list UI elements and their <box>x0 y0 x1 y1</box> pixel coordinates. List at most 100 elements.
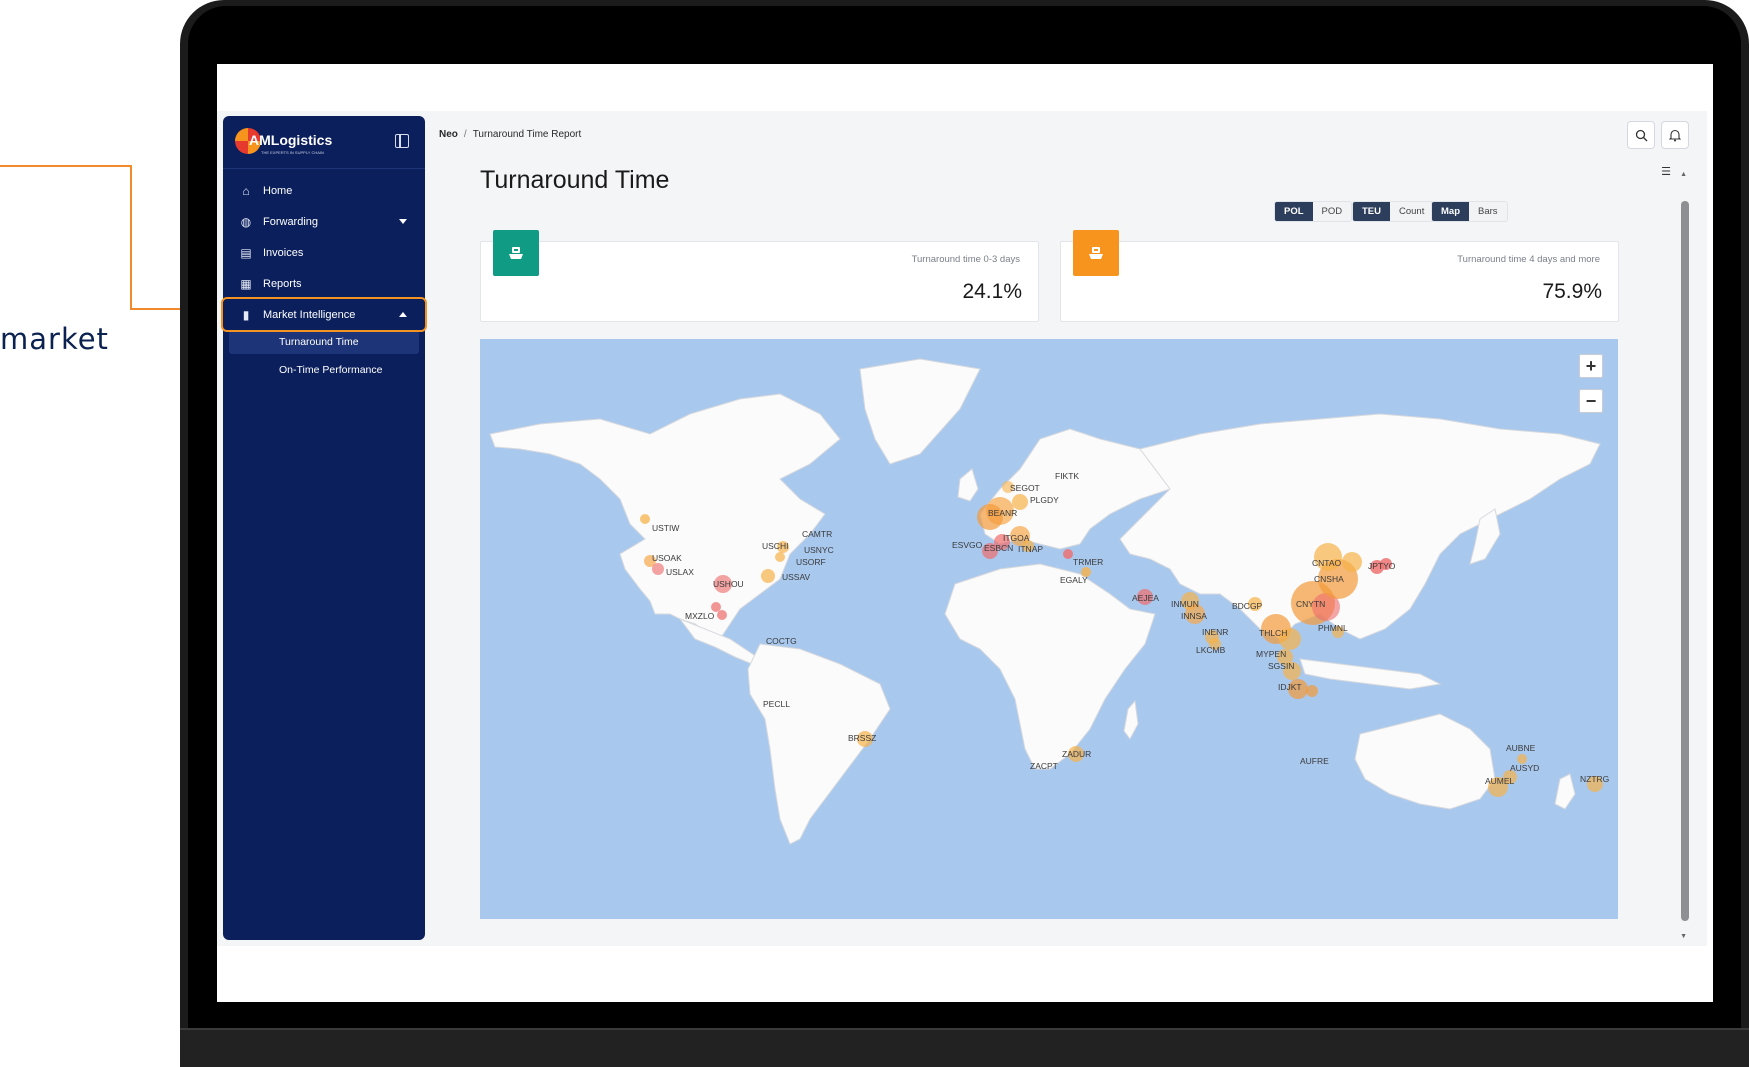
kpi-label: Turnaround time 4 days and more <box>1457 254 1600 265</box>
invoice-icon: ▤ <box>240 245 252 260</box>
port-label: USCHI <box>762 541 788 551</box>
breadcrumb: Neo / Turnaround Time Report <box>439 129 581 140</box>
port-label: ZACPT <box>1030 761 1058 771</box>
port-bubble-ustiw[interactable] <box>640 514 650 524</box>
port-label: INNSA <box>1181 611 1207 621</box>
port-label: FIKTK <box>1055 471 1079 481</box>
callout-text: market <box>0 322 109 356</box>
sidebar-item-home[interactable]: ⌂ Home <box>223 175 425 206</box>
port-label: EGALY <box>1060 575 1088 585</box>
landmass-africa <box>944 563 1156 770</box>
port-label: SGSIN <box>1268 661 1294 671</box>
scroll-up-arrow-icon[interactable]: ▲ <box>1680 171 1687 178</box>
sidebar-nav: ⌂ Home ◍ Forwarding ▤ Invoices ▦ Reports <box>221 169 427 385</box>
landmass-uk <box>957 468 979 502</box>
port-label: ESBCN <box>984 543 1013 553</box>
toggle-teu[interactable]: TEU <box>1353 202 1390 221</box>
landmass-indonesia <box>1299 658 1442 690</box>
port-label: ITNAP <box>1018 544 1043 554</box>
scrollbar[interactable] <box>1681 201 1689 921</box>
collapse-sidebar-icon[interactable] <box>395 134 409 148</box>
landmass-greenland <box>859 358 981 465</box>
filter-toggle-icon[interactable]: ☰ <box>1661 165 1671 178</box>
port-bubble-trmer[interactable] <box>1063 549 1073 559</box>
kpi-card-short-turnaround: Turnaround time 0-3 days 24.1% <box>480 230 1039 322</box>
port-label: ITGOA <box>1003 533 1030 543</box>
zoom-out-button[interactable]: − <box>1579 389 1603 413</box>
port-label: TRMER <box>1073 557 1103 567</box>
port-label: AUFRE <box>1300 756 1329 766</box>
scrollbar-thumb[interactable] <box>1681 201 1689 921</box>
toggle-pod[interactable]: POD <box>1312 202 1352 221</box>
toggle-bars[interactable]: Bars <box>1469 202 1507 221</box>
sidebar-item-market-intelligence[interactable]: ▮ Market Intelligence <box>221 297 427 332</box>
page-title: Turnaround Time <box>480 166 670 194</box>
notifications-button[interactable] <box>1661 121 1689 149</box>
laptop-base <box>180 1030 1749 1067</box>
port-label: BRSSZ <box>848 733 876 743</box>
port-label: MXZLO <box>685 611 715 621</box>
port-bubble-mxzlo-2[interactable] <box>717 610 727 620</box>
toggle-map[interactable]: Map <box>1432 202 1469 221</box>
port-label: CNYTN <box>1296 599 1325 609</box>
port-label: CNSHA <box>1314 574 1344 584</box>
port-label: ESVGO <box>952 540 983 550</box>
sidebar-item-reports[interactable]: ▦ Reports <box>223 268 425 299</box>
search-icon <box>1635 129 1647 141</box>
port-label: JPTYO <box>1368 561 1396 571</box>
home-icon: ⌂ <box>242 183 250 198</box>
bar-chart-icon: ▮ <box>242 307 250 322</box>
sidebar-subitem-turnaround-time[interactable]: Turnaround Time <box>229 330 419 354</box>
kpi-value: 24.1% <box>962 280 1022 303</box>
globe-icon: ◍ <box>240 214 252 229</box>
sidebar-item-forwarding[interactable]: ◍ Forwarding <box>223 206 425 237</box>
port-label: AUBNE <box>1506 743 1536 753</box>
zoom-in-button[interactable]: + <box>1579 354 1603 378</box>
port-label: LKCMB <box>1196 645 1226 655</box>
toggle-count[interactable]: Count <box>1390 202 1434 221</box>
sidebar-item-label: Home <box>263 184 293 197</box>
toggle-pol[interactable]: POL <box>1275 202 1313 221</box>
search-button[interactable] <box>1627 121 1655 149</box>
sidebar-item-label: Forwarding <box>263 215 319 228</box>
landmass-new-zealand <box>1554 773 1576 810</box>
port-label: ZADUR <box>1062 749 1091 759</box>
laptop-screen: AMLogistics THE EXPERTS IN SUPPLY CHAIN … <box>217 64 1713 1002</box>
unit-toggle: TEU Count <box>1352 201 1435 222</box>
port-label: PLGDY <box>1030 495 1059 505</box>
port-label: MYPEN <box>1256 649 1286 659</box>
sidebar-subitem-on-time-performance[interactable]: On-Time Performance <box>223 354 425 385</box>
kpi-card-long-turnaround: Turnaround time 4 days and more 75.9% <box>1060 230 1619 322</box>
view-toggle: Map Bars <box>1431 201 1508 222</box>
sidebar-header: AMLogistics THE EXPERTS IN SUPPLY CHAIN <box>223 116 425 169</box>
port-bubble-ussav[interactable] <box>761 569 775 583</box>
port-label: THLCH <box>1259 628 1287 638</box>
landmass-group <box>489 358 1601 845</box>
scroll-down-arrow-icon[interactable]: ▼ <box>1680 933 1687 940</box>
port-bubble-krpus[interactable] <box>1342 552 1362 572</box>
chevron-down-icon <box>399 219 407 224</box>
landmass-madagascar <box>1123 699 1139 740</box>
port-label: AEJEA <box>1132 593 1159 603</box>
ship-icon <box>493 230 539 276</box>
world-map[interactable]: USTIW USOAK USLAX USCHI CAMTR USNYC USOR… <box>480 339 1618 919</box>
port-label: USHOU <box>713 579 744 589</box>
port-bubble-idsub[interactable] <box>1306 685 1318 697</box>
sidebar-item-invoices[interactable]: ▤ Invoices <box>223 237 425 268</box>
port-bubble-usorf[interactable] <box>775 552 785 562</box>
port-label: COCTG <box>766 636 797 646</box>
kpi-value: 75.9% <box>1542 280 1602 303</box>
landmass-north-america <box>489 393 841 640</box>
app-window: AMLogistics THE EXPERTS IN SUPPLY CHAIN … <box>217 111 1707 946</box>
callout-line <box>0 165 132 167</box>
port-label: USOAK <box>652 553 682 563</box>
landmass-australia <box>1354 713 1496 810</box>
breadcrumb-root[interactable]: Neo <box>439 129 458 140</box>
port-label: IDJKT <box>1278 682 1302 692</box>
port-label: BDCGP <box>1232 601 1263 611</box>
port-label: SEGOT <box>1010 483 1040 493</box>
port-bubble-uslax[interactable] <box>652 563 664 575</box>
brand-logo[interactable]: AMLogistics THE EXPERTS IN SUPPLY CHAIN <box>235 126 335 158</box>
port-label: NZTRG <box>1580 774 1609 784</box>
port-label: USSAV <box>782 572 811 582</box>
